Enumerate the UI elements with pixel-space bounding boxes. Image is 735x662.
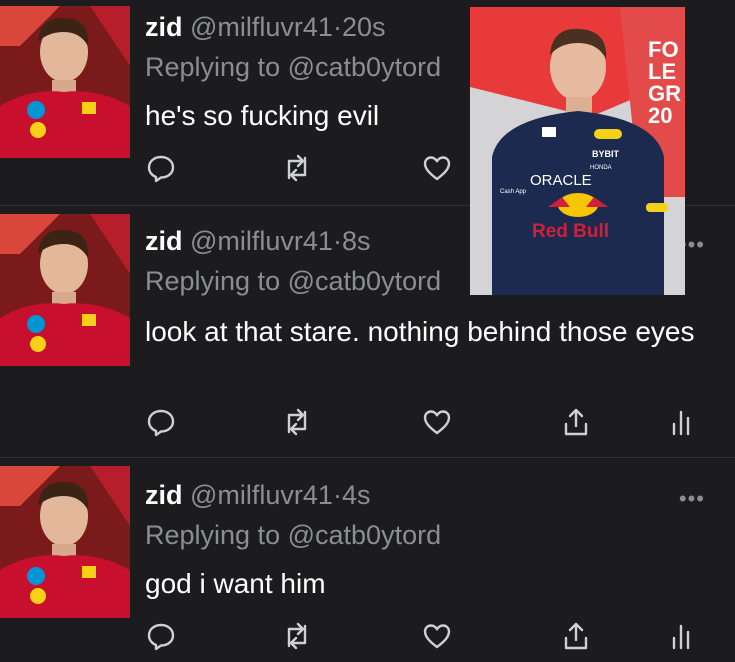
retweet-icon bbox=[287, 622, 307, 650]
reply-icon bbox=[147, 409, 175, 437]
svg-text:BYBIT: BYBIT bbox=[592, 149, 620, 159]
analytics-icon bbox=[672, 624, 690, 650]
replying-to: Replying to @catb0ytord bbox=[145, 266, 441, 297]
reply-button[interactable] bbox=[145, 406, 177, 438]
timeline: zid @milfluvr41·20s Replying to @catb0yt… bbox=[0, 0, 735, 662]
action-bar bbox=[145, 406, 705, 438]
share-icon bbox=[564, 408, 588, 436]
display-name[interactable]: zid bbox=[145, 12, 183, 42]
reply-icon bbox=[147, 623, 175, 651]
avatar[interactable] bbox=[0, 6, 130, 158]
heart-icon bbox=[423, 410, 451, 435]
replying-to: Replying to @catb0ytord bbox=[145, 52, 441, 83]
reply-button[interactable] bbox=[145, 152, 177, 184]
timestamp[interactable]: 20s bbox=[342, 12, 386, 42]
retweet-button[interactable] bbox=[281, 152, 313, 184]
analytics-button[interactable] bbox=[665, 406, 697, 438]
share-icon bbox=[564, 622, 588, 650]
tweet-text: god i want him bbox=[145, 568, 326, 599]
separator-dot: · bbox=[332, 226, 342, 256]
svg-text:Red Bull: Red Bull bbox=[532, 221, 609, 242]
heart-icon bbox=[423, 624, 451, 649]
more-options-button[interactable]: ••• bbox=[679, 486, 705, 512]
retweet-icon bbox=[287, 154, 307, 182]
tweet[interactable]: zid @milfluvr41·4s ••• Replying to @catb… bbox=[0, 458, 735, 662]
reply-button[interactable] bbox=[145, 620, 177, 652]
timestamp[interactable]: 8s bbox=[342, 226, 371, 256]
handle[interactable]: @milfluvr41 bbox=[190, 226, 333, 256]
handle[interactable]: @milfluvr41 bbox=[190, 480, 333, 510]
svg-text:ORACLE: ORACLE bbox=[530, 172, 592, 189]
tweet-header: zid @milfluvr41·4s bbox=[145, 480, 370, 511]
replying-mention[interactable]: @catb0ytord bbox=[288, 520, 441, 550]
tweet-text: look at that stare. nothing behind those… bbox=[145, 316, 695, 347]
separator-dot: · bbox=[332, 12, 342, 42]
replying-prefix: Replying to bbox=[145, 520, 281, 550]
replying-mention[interactable]: @catb0ytord bbox=[288, 52, 441, 82]
like-button[interactable] bbox=[421, 620, 453, 652]
overlay-driver-photo: FO LE GR 20 BYBIT HONDA ORACLE Red Bull … bbox=[470, 7, 685, 295]
analytics-button[interactable] bbox=[665, 620, 697, 652]
svg-text:20: 20 bbox=[648, 103, 672, 128]
retweet-button[interactable] bbox=[281, 406, 313, 438]
reply-icon bbox=[147, 155, 175, 183]
share-button[interactable] bbox=[560, 406, 592, 438]
avatar[interactable] bbox=[0, 214, 130, 366]
replying-to: Replying to @catb0ytord bbox=[145, 520, 441, 551]
replying-prefix: Replying to bbox=[145, 266, 281, 296]
heart-icon bbox=[423, 156, 451, 181]
like-button[interactable] bbox=[421, 152, 453, 184]
analytics-icon bbox=[672, 410, 690, 436]
separator-dot: · bbox=[332, 480, 342, 510]
handle[interactable]: @milfluvr41 bbox=[190, 12, 333, 42]
avatar[interactable] bbox=[0, 466, 130, 618]
retweet-icon bbox=[287, 408, 307, 436]
svg-text:Cash App: Cash App bbox=[500, 189, 527, 195]
action-bar bbox=[145, 620, 705, 652]
retweet-button[interactable] bbox=[281, 620, 313, 652]
display-name[interactable]: zid bbox=[145, 480, 183, 510]
tweet-header: zid @milfluvr41·8s bbox=[145, 226, 370, 257]
like-button[interactable] bbox=[421, 406, 453, 438]
replying-mention[interactable]: @catb0ytord bbox=[288, 266, 441, 296]
replying-prefix: Replying to bbox=[145, 52, 281, 82]
display-name[interactable]: zid bbox=[145, 226, 183, 256]
share-button[interactable] bbox=[560, 620, 592, 652]
svg-text:HONDA: HONDA bbox=[590, 165, 612, 171]
timestamp[interactable]: 4s bbox=[342, 480, 371, 510]
tweet-header: zid @milfluvr41·20s bbox=[145, 12, 386, 43]
